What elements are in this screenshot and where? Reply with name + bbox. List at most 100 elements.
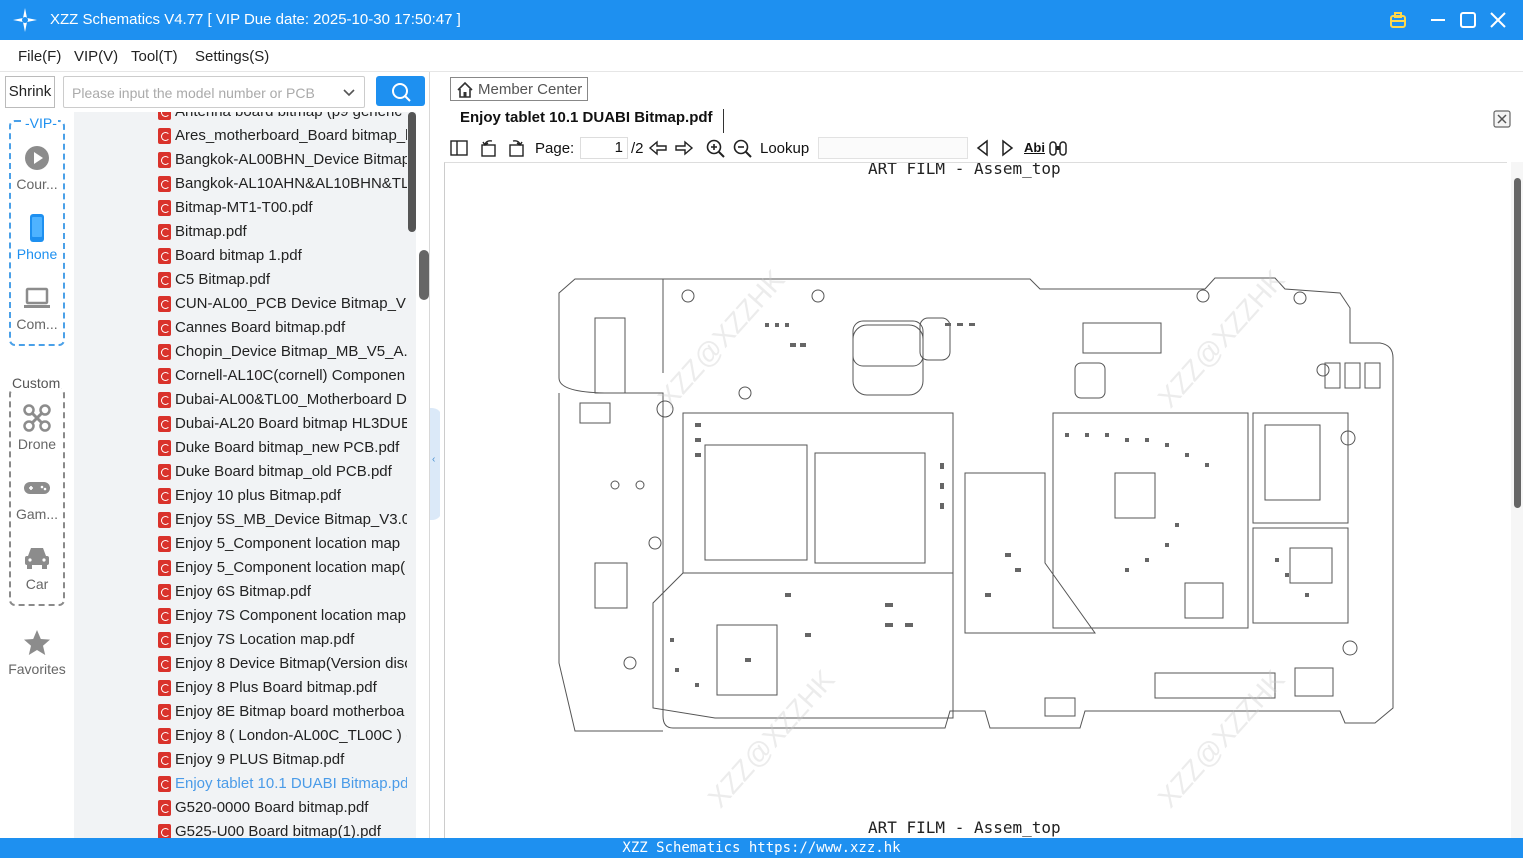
pdf-toolbar: Page: 1 /2 Lookup Abi [445,134,1518,162]
category-computer[interactable]: Com... [4,284,70,332]
menu-vip[interactable]: VIP(V) [74,48,118,65]
rotate-left-icon[interactable] [479,138,499,158]
file-list-item[interactable]: Dubai-AL20 Board bitmap HL3DUE [74,412,416,436]
document-scrollbar[interactable] [1511,162,1523,838]
menu-file[interactable]: File(F) [18,48,61,65]
car-icon [25,548,49,569]
file-list-item[interactable]: Ares_motherboard_Board bitmap_l [74,124,416,148]
pdf-file-icon [158,656,171,672]
match-case-button[interactable]: Abi [1024,140,1045,155]
find-previous-icon[interactable] [973,138,993,158]
previous-page-icon[interactable] [648,138,668,158]
file-list-item[interactable]: Bangkok-AL10AHN&AL10BHN&TL [74,172,416,196]
file-name: CUN-AL00_PCB Device Bitmap_V1.( [175,295,407,312]
maximize-icon[interactable] [1456,8,1480,32]
chevron-down-icon[interactable] [342,85,356,99]
file-list-item[interactable]: Dubai-AL00&TL00_Motherboard D [74,388,416,412]
pdf-file-icon [158,464,171,480]
file-list-item[interactable]: Duke Board bitmap_new PCB.pdf [74,436,416,460]
file-list-item[interactable]: Bangkok-AL00BHN_Device Bitmap [74,148,416,172]
file-name: Bitmap.pdf [175,223,247,240]
file-list-item[interactable]: Enjoy tablet 10.1 DUABI Bitmap.pd [74,772,416,796]
search-button[interactable] [376,76,425,106]
page-number-input[interactable]: 1 [580,137,628,159]
file-list-item[interactable]: Enjoy 5_Component location map [74,532,416,556]
file-name: Duke Board bitmap_new PCB.pdf [175,439,400,456]
pcb-board-drawing[interactable] [445,163,1507,838]
close-document-icon[interactable] [1493,110,1511,128]
phone-icon [30,214,44,242]
category-games[interactable]: Gam... [4,474,70,522]
split-view-icon[interactable] [449,138,469,158]
model-search-field[interactable] [63,76,365,108]
category-label: Gam... [15,506,58,522]
status-bar: XZZ Schematics https://www.xzz.hk [0,838,1523,858]
document-pane: Member Center Enjoy tablet 10.1 DUABI Bi… [440,72,1523,838]
file-list-item[interactable]: Enjoy 6S Bitmap.pdf [74,580,416,604]
minimize-icon[interactable] [1426,8,1450,32]
app-logo-icon [13,8,37,32]
file-list-item[interactable]: Enjoy 10 plus Bitmap.pdf [74,484,416,508]
file-list-item[interactable]: Enjoy 9 PLUS Bitmap.pdf [74,748,416,772]
file-list-item[interactable]: G525-U00 Board bitmap(1).pdf [74,820,416,838]
find-next-icon[interactable] [997,138,1017,158]
file-list-item[interactable]: C5 Bitmap.pdf [74,268,416,292]
zoom-out-icon[interactable] [732,138,752,158]
pdf-file-icon [158,320,171,336]
rotate-right-icon[interactable] [506,138,526,158]
pdf-file-icon [158,704,171,720]
file-list-item[interactable]: Bitmap.pdf [74,220,416,244]
file-name: Enjoy 5_Component location map [175,535,401,552]
file-name: Enjoy 8 Plus Board bitmap.pdf [175,679,377,696]
menu-tool[interactable]: Tool(T) [131,48,178,65]
left-pane-scrollbar[interactable] [419,250,429,300]
vip-briefcase-icon[interactable] [1386,8,1410,32]
category-favorites[interactable]: Favorites [4,629,70,677]
search-input[interactable] [72,83,334,103]
file-list-item[interactable]: Enjoy 7S Component location map [74,604,416,628]
file-list-item[interactable]: Enjoy 8E Bitmap board motherboa [74,700,416,724]
file-list-item[interactable]: Enjoy 5S_MB_Device Bitmap_V3.01 [74,508,416,532]
category-phone[interactable]: Phone [4,214,70,262]
file-list-item[interactable]: Duke Board bitmap_old PCB.pdf [74,460,416,484]
lookup-input[interactable] [818,137,968,159]
pdf-viewer[interactable]: ART FILM - Assem_top XZZ@XZZHK XZZ@XZZHK… [444,162,1507,838]
file-list-item[interactable]: Cannes Board bitmap.pdf [74,316,416,340]
file-list-scrollbar[interactable] [408,112,416,232]
shrink-button[interactable]: Shrink [5,76,55,108]
file-list-item[interactable]: Antenna board bitmap (p9 generic [74,112,416,124]
scrollbar-thumb[interactable] [1514,178,1521,508]
pdf-file-icon [158,272,171,288]
pdf-file-icon [158,248,171,264]
file-name: Enjoy 6S Bitmap.pdf [175,583,311,600]
menu-settings[interactable]: Settings(S) [195,48,269,65]
file-list-item[interactable]: Enjoy 7S Location map.pdf [74,628,416,652]
pdf-file-icon [158,344,171,360]
pdf-file-icon [158,560,171,576]
file-list-item[interactable]: Chopin_Device Bitmap_MB_V5_A.p [74,340,416,364]
next-page-icon[interactable] [674,138,694,158]
file-list-item[interactable]: Enjoy 8 Device Bitmap(Version disc [74,652,416,676]
close-icon[interactable] [1486,8,1510,32]
document-tab[interactable]: Enjoy tablet 10.1 DUABI Bitmap.pdf [453,109,724,133]
custom-group-label: Custom [11,375,62,391]
category-drone[interactable]: Drone [4,404,70,452]
vip-group-label: -VIP- [24,115,58,131]
category-car[interactable]: Car [4,544,70,592]
category-label: Drone [17,436,57,452]
file-list-item[interactable]: Cornell-AL10C(cornell) Componen [74,364,416,388]
file-list-item[interactable]: Board bitmap 1.pdf [74,244,416,268]
file-list-item[interactable]: Bitmap-MT1-T00.pdf [74,196,416,220]
file-list-item[interactable]: Enjoy 8 ( London-AL00C_TL00C ) ( [74,724,416,748]
file-list-item[interactable]: Enjoy 5_Component location map( [74,556,416,580]
pdf-file-icon [158,392,171,408]
file-list-item[interactable]: CUN-AL00_PCB Device Bitmap_V1.( [74,292,416,316]
lookup-label: Lookup [760,140,810,157]
member-center-button[interactable]: Member Center [450,77,588,101]
category-courses[interactable]: Cour... [4,144,70,192]
zoom-in-icon[interactable] [705,138,725,158]
file-list-item[interactable]: G520-0000 Board bitmap.pdf [74,796,416,820]
binoculars-icon[interactable] [1048,138,1068,158]
search-icon [392,83,411,102]
file-list-item[interactable]: Enjoy 8 Plus Board bitmap.pdf [74,676,416,700]
